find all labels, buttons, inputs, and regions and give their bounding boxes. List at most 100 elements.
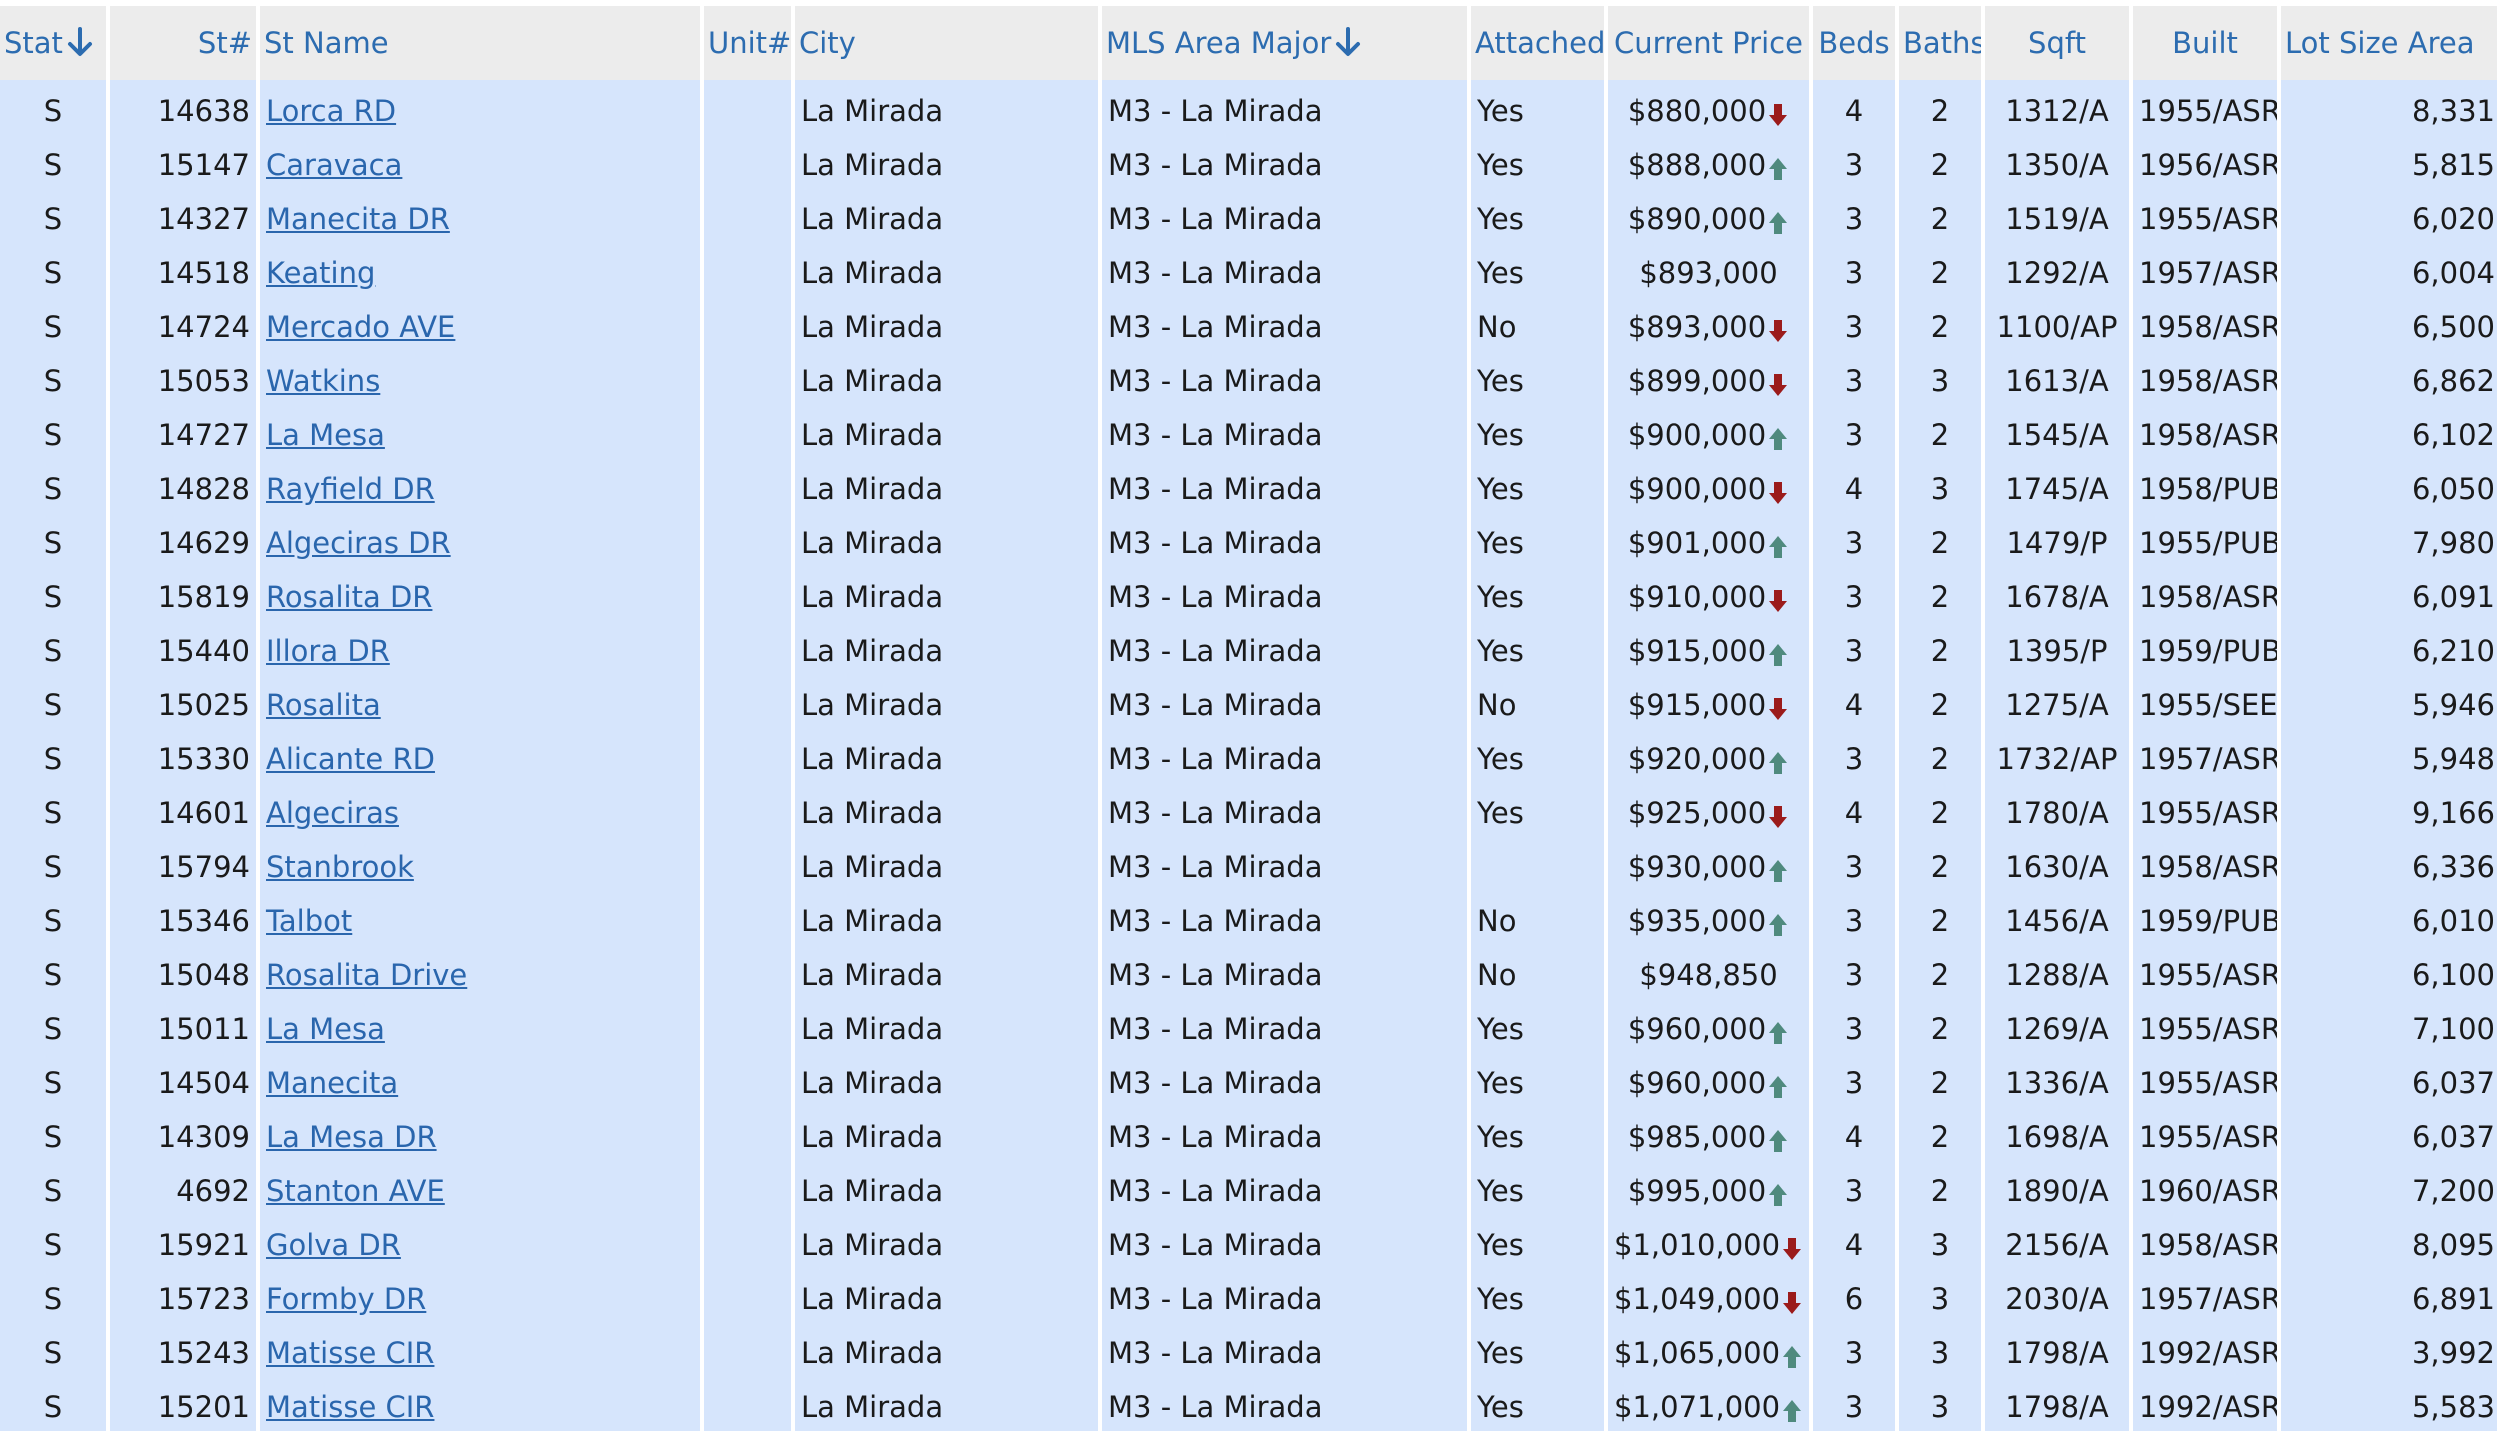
- table-row[interactable]: S 15346 Talbot La Mirada M3 - La Mirada No $93…: [0, 894, 2500, 948]
- street-name-link[interactable]: Stanbrook: [266, 850, 414, 884]
- street-name-link[interactable]: Stanton AVE: [266, 1174, 445, 1208]
- cell-st-name[interactable]: Alicante RD: [260, 732, 704, 786]
- column-header-beds[interactable]: Beds: [1813, 6, 1899, 80]
- cell-price: $1,049,000: [1608, 1272, 1813, 1326]
- table-row[interactable]: S 15243 Matisse CIR La Mirada M3 - La Mirada…: [0, 1326, 2500, 1380]
- column-header-built[interactable]: Built: [2133, 6, 2281, 80]
- table-row[interactable]: S 15440 Illora DR La Mirada M3 - La Mirada Ye…: [0, 624, 2500, 678]
- table-row[interactable]: S 15011 La Mesa La Mirada M3 - La Mirada Yes $…: [0, 1002, 2500, 1056]
- cell-st-name[interactable]: Stanbrook: [260, 840, 704, 894]
- table-row[interactable]: S 15794 Stanbrook La Mirada M3 - La Mirada $9…: [0, 840, 2500, 894]
- cell-st-name[interactable]: La Mesa: [260, 1002, 704, 1056]
- column-header-city[interactable]: City: [795, 6, 1102, 80]
- table-row[interactable]: S 14327 Manecita DR La Mirada M3 - La Mirada…: [0, 192, 2500, 246]
- column-header-sqft[interactable]: Sqft: [1985, 6, 2133, 80]
- table-row[interactable]: S 14629 Algeciras DR La Mirada M3 - La Mirad…: [0, 516, 2500, 570]
- table-row[interactable]: S 14724 Mercado AVE La Mirada M3 - La Mirada…: [0, 300, 2500, 354]
- table-row[interactable]: S 15819 Rosalita DR La Mirada M3 - La Mirada…: [0, 570, 2500, 624]
- street-name-link[interactable]: Mercado AVE: [266, 310, 455, 344]
- street-name-link[interactable]: Matisse CIR: [266, 1390, 434, 1424]
- cell-st-name[interactable]: Algeciras: [260, 786, 704, 840]
- table-row[interactable]: S 4692 Stanton AVE La Mirada M3 - La Mirada Y…: [0, 1164, 2500, 1218]
- table-row[interactable]: S 15048 Rosalita Drive La Mirada M3 - La Mir…: [0, 948, 2500, 1002]
- column-header-st-num[interactable]: St#: [110, 6, 260, 80]
- cell-st-name[interactable]: Illora DR: [260, 624, 704, 678]
- cell-unit: [704, 192, 795, 246]
- column-header-st-name[interactable]: St Name: [260, 6, 704, 80]
- cell-st-name[interactable]: Matisse CIR: [260, 1326, 704, 1380]
- street-name-link[interactable]: Rosalita: [266, 688, 381, 722]
- cell-st-name[interactable]: Talbot: [260, 894, 704, 948]
- street-name-link[interactable]: Illora DR: [266, 634, 390, 668]
- table-row[interactable]: S 14828 Rayfield DR La Mirada M3 - La Mirada…: [0, 462, 2500, 516]
- cell-mls-area-value: M3 - La Mirada: [1108, 148, 1323, 182]
- cell-st-name[interactable]: Formby DR: [260, 1272, 704, 1326]
- table-row[interactable]: S 15201 Matisse CIR La Mirada M3 - La Mirada…: [0, 1380, 2500, 1431]
- street-name-link[interactable]: Formby DR: [266, 1282, 426, 1316]
- street-name-link[interactable]: Rosalita DR: [266, 580, 432, 614]
- column-header-attached[interactable]: Attached: [1471, 6, 1608, 80]
- street-name-link[interactable]: Lorca RD: [266, 94, 396, 128]
- column-header-mls-area[interactable]: MLS Area Major: [1102, 6, 1471, 80]
- street-name-link[interactable]: La Mesa: [266, 418, 385, 452]
- cell-st-name[interactable]: Golva DR: [260, 1218, 704, 1272]
- street-name-link[interactable]: Manecita: [266, 1066, 398, 1100]
- cell-mls-area: M3 - La Mirada: [1102, 570, 1471, 624]
- cell-st-name[interactable]: Mercado AVE: [260, 300, 704, 354]
- sort-arrow-icon[interactable]: [65, 26, 95, 58]
- cell-st-name[interactable]: Manecita DR: [260, 192, 704, 246]
- street-name-link[interactable]: Manecita DR: [266, 202, 450, 236]
- table-row[interactable]: S 15053 Watkins La Mirada M3 - La Mirada Yes $…: [0, 354, 2500, 408]
- cell-st-name[interactable]: Matisse CIR: [260, 1380, 704, 1431]
- cell-st-num: 14309: [110, 1110, 260, 1164]
- table-row[interactable]: S 14601 Algeciras La Mirada M3 - La Mirada Ye…: [0, 786, 2500, 840]
- table-row[interactable]: S 14638 Lorca RD La Mirada M3 - La Mirada Yes…: [0, 80, 2500, 138]
- cell-stat-value: S: [43, 904, 63, 938]
- cell-st-name[interactable]: Watkins: [260, 354, 704, 408]
- column-header-stat[interactable]: Stat: [0, 6, 110, 80]
- cell-st-name[interactable]: La Mesa: [260, 408, 704, 462]
- cell-st-name[interactable]: Caravaca: [260, 138, 704, 192]
- column-header-baths[interactable]: Baths: [1899, 6, 1985, 80]
- street-name-link[interactable]: Rayfield DR: [266, 472, 435, 506]
- table-row[interactable]: S 14727 La Mesa La Mirada M3 - La Mirada Yes $…: [0, 408, 2500, 462]
- cell-st-name[interactable]: Lorca RD: [260, 80, 704, 138]
- street-name-link[interactable]: Watkins: [266, 364, 380, 398]
- cell-st-name[interactable]: La Mesa DR: [260, 1110, 704, 1164]
- table-row[interactable]: S 15330 Alicante RD La Mirada M3 - La Mirada…: [0, 732, 2500, 786]
- cell-st-name[interactable]: Algeciras DR: [260, 516, 704, 570]
- table-row[interactable]: S 15723 Formby DR La Mirada M3 - La Mirada Ye…: [0, 1272, 2500, 1326]
- street-name-link[interactable]: Algeciras DR: [266, 526, 451, 560]
- sort-arrow-icon[interactable]: [1333, 26, 1363, 58]
- cell-st-name[interactable]: Rosalita Drive: [260, 948, 704, 1002]
- column-header-lot-size[interactable]: Lot Size Area: [2281, 6, 2500, 80]
- table-row[interactable]: S 14309 La Mesa DR La Mirada M3 - La Mirada Y…: [0, 1110, 2500, 1164]
- street-name-link[interactable]: La Mesa DR: [266, 1120, 437, 1154]
- cell-st-name[interactable]: Manecita: [260, 1056, 704, 1110]
- street-name-link[interactable]: Caravaca: [266, 148, 402, 182]
- cell-st-name[interactable]: Keating: [260, 246, 704, 300]
- table-row[interactable]: S 15921 Golva DR La Mirada M3 - La Mirada Yes…: [0, 1218, 2500, 1272]
- street-name-link[interactable]: Golva DR: [266, 1228, 401, 1262]
- cell-baths: 2: [1899, 1002, 1985, 1056]
- street-name-link[interactable]: La Mesa: [266, 1012, 385, 1046]
- street-name-link[interactable]: Keating: [266, 256, 375, 290]
- cell-city-value: La Mirada: [801, 1120, 944, 1154]
- street-name-link[interactable]: Alicante RD: [266, 742, 435, 776]
- street-name-link[interactable]: Matisse CIR: [266, 1336, 434, 1370]
- column-header-price[interactable]: Current Price: [1608, 6, 1813, 80]
- table-row[interactable]: S 15025 Rosalita La Mirada M3 - La Mirada No $…: [0, 678, 2500, 732]
- cell-st-name[interactable]: Rayfield DR: [260, 462, 704, 516]
- cell-price: $901,000: [1608, 516, 1813, 570]
- street-name-link[interactable]: Talbot: [266, 904, 352, 938]
- table-row[interactable]: S 15147 Caravaca La Mirada M3 - La Mirada Yes…: [0, 138, 2500, 192]
- cell-st-name[interactable]: Stanton AVE: [260, 1164, 704, 1218]
- street-name-link[interactable]: Algeciras: [266, 796, 399, 830]
- table-row[interactable]: S 14504 Manecita La Mirada M3 - La Mirada Yes…: [0, 1056, 2500, 1110]
- cell-st-name[interactable]: Rosalita DR: [260, 570, 704, 624]
- table-row[interactable]: S 14518 Keating La Mirada M3 - La Mirada Yes $…: [0, 246, 2500, 300]
- column-header-unit[interactable]: Unit#: [704, 6, 795, 80]
- cell-built-value: 1992/ASR: [2139, 1390, 2281, 1424]
- cell-st-name[interactable]: Rosalita: [260, 678, 704, 732]
- street-name-link[interactable]: Rosalita Drive: [266, 958, 467, 992]
